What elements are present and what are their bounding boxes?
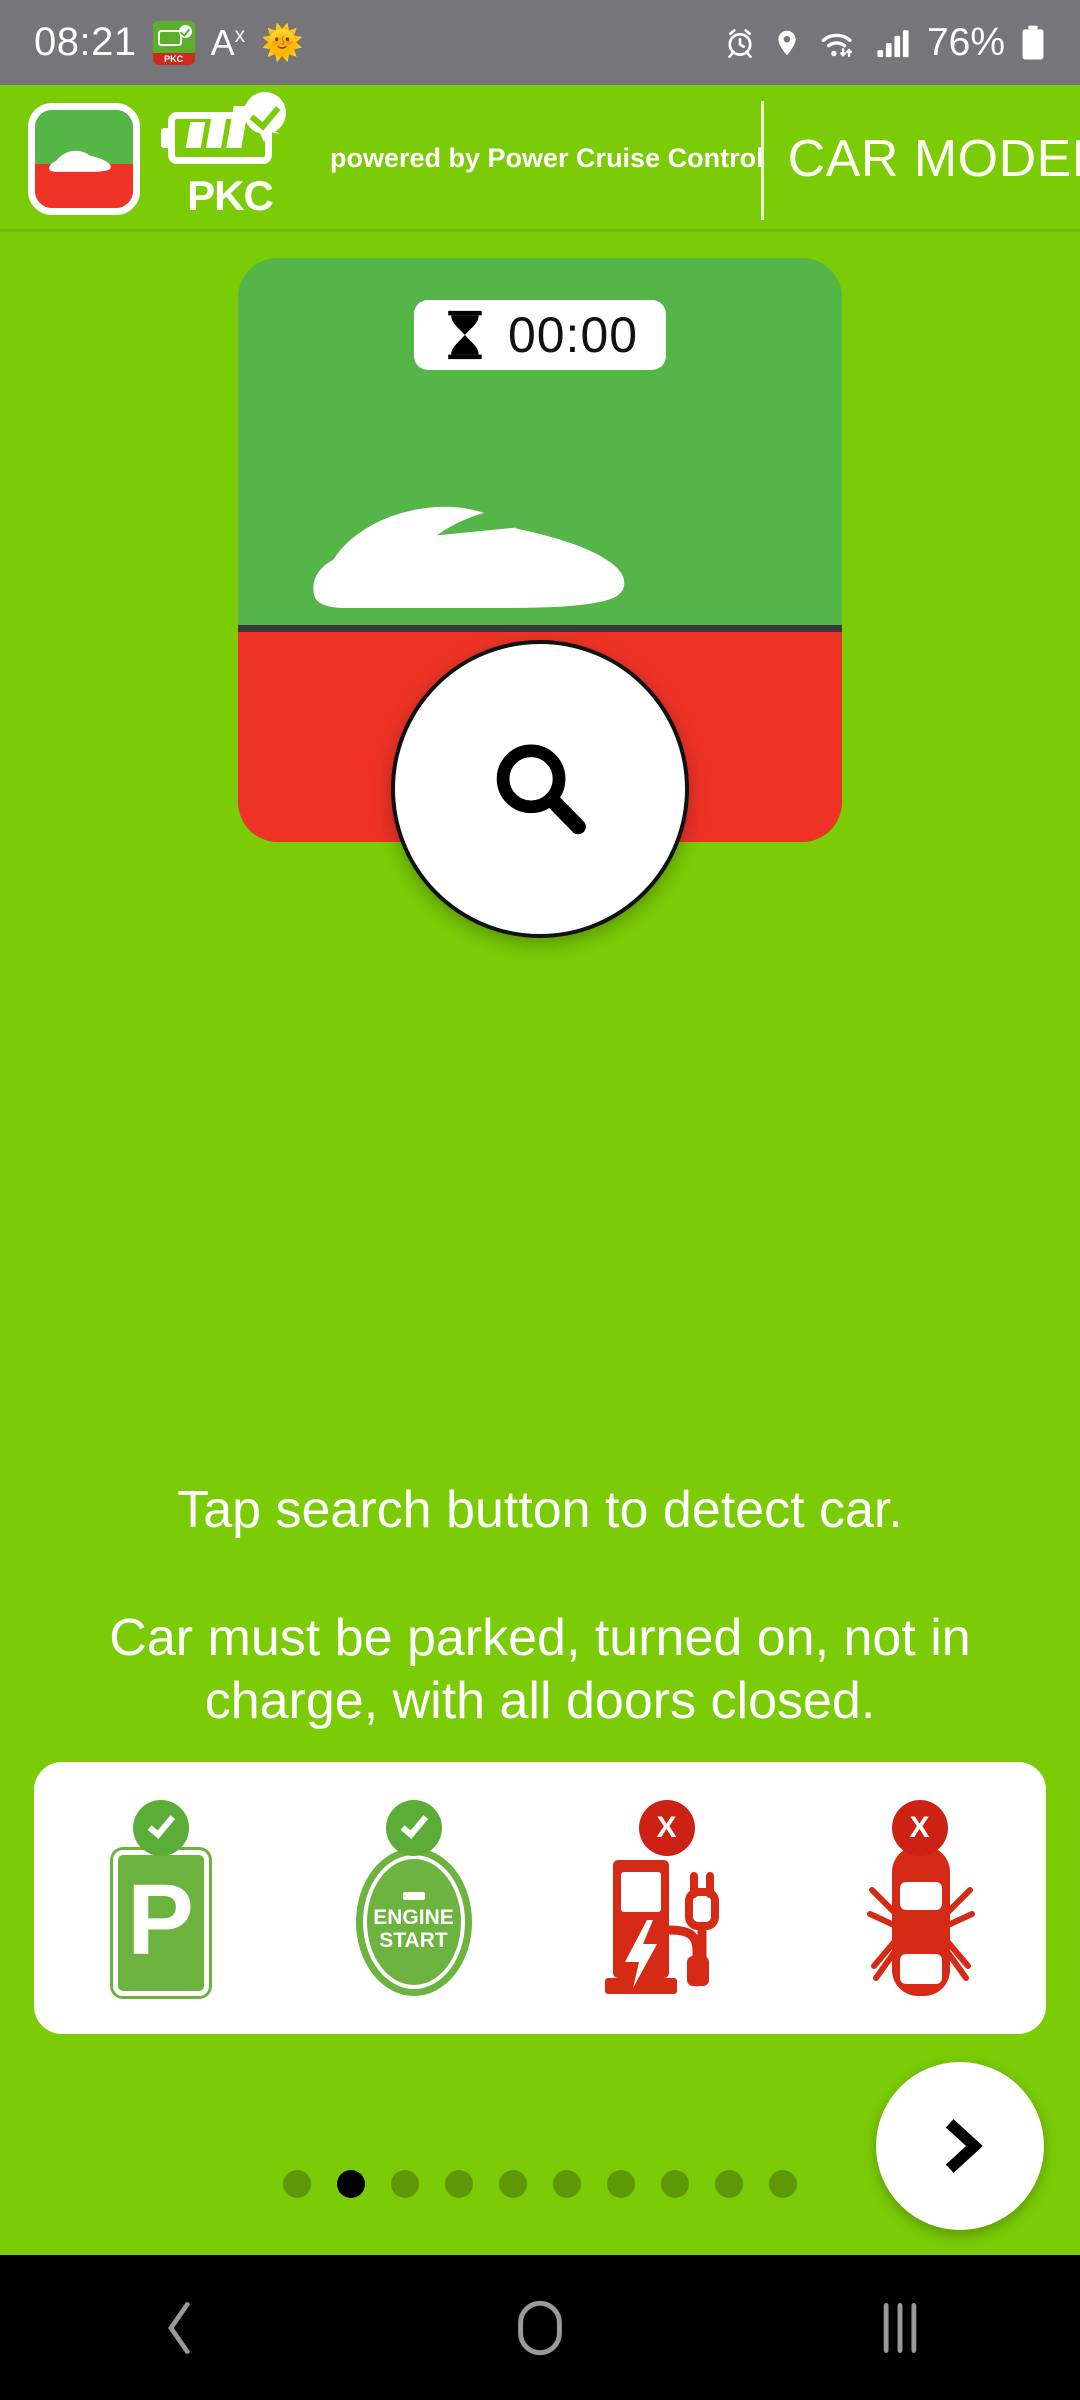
car-doors-open-icon [850, 1846, 990, 1996]
engine-line2: START [379, 1928, 448, 1952]
timer-pill: 00:00 [413, 300, 667, 370]
pager-dot[interactable] [499, 2170, 527, 2198]
pkc-logo-block: PKC [161, 91, 294, 220]
ev-charger-icon [597, 1846, 737, 1996]
timer-value: 00:00 [507, 307, 639, 363]
condition-badge-ok [132, 1800, 189, 1856]
status-bar: 08:21 PKC Ax 🌞 76% [0, 0, 1080, 85]
search-icon [496, 744, 586, 835]
pager-dot[interactable] [283, 2170, 311, 2198]
phone-screen: 08:21 PKC Ax 🌞 76% PKC powered by Power … [0, 0, 1080, 2400]
parking-letter: P [127, 1863, 194, 1976]
status-bar-left: 08:21 PKC Ax 🌞 [34, 20, 303, 65]
hourglass-icon [448, 310, 482, 360]
condition-doors-closed: X [793, 1762, 1046, 2034]
nav-home-button[interactable] [440, 2255, 640, 2400]
battery-icon [1022, 25, 1044, 59]
battery-certificate-icon [161, 91, 294, 170]
pager-dot[interactable] [661, 2170, 689, 2198]
signal-icon [877, 29, 909, 57]
certificate-check-icon [244, 91, 286, 134]
pager-dot[interactable] [553, 2170, 581, 2198]
card-car-icon [313, 506, 625, 608]
search-button[interactable] [391, 640, 689, 938]
car-model-label: CAR MODEL [787, 129, 1080, 188]
home-icon [518, 2300, 562, 2355]
pager-dot[interactable] [769, 2170, 797, 2198]
pager-dot[interactable] [715, 2170, 743, 2198]
status-clock: 08:21 [34, 20, 137, 64]
status-bar-right: 76% [723, 21, 1046, 65]
pager-dot[interactable] [391, 2170, 419, 2198]
app-logo-icon [28, 102, 140, 215]
brand-block: PKC powered by Power Cruise Control [0, 85, 764, 232]
engine-dash-glyph [402, 1891, 425, 1900]
app-header: PKC powered by Power Cruise Control CAR … [0, 85, 1080, 232]
recents-icon [883, 2302, 917, 2353]
pkc-icon-label: PKC [164, 53, 184, 64]
car-model-block[interactable]: CAR MODEL [764, 85, 1080, 232]
pkc-wordmark: PKC [187, 171, 274, 219]
check-glyph [178, 24, 192, 38]
condition-badge-no: X [891, 1800, 948, 1856]
engine-line1: ENGINE [373, 1905, 454, 1929]
instruction-primary: Tap search button to detect car. [177, 1481, 903, 1539]
parking-sign-icon: P [91, 1846, 231, 1996]
alarm-icon [728, 28, 752, 58]
pager-dot[interactable] [445, 2170, 473, 2198]
wifi-icon [821, 33, 853, 57]
nav-recents-button[interactable] [800, 2255, 1000, 2400]
next-button[interactable] [876, 2062, 1044, 2230]
condition-badge-ok [385, 1800, 442, 1856]
battery-glyph [157, 29, 182, 46]
condition-engine-on: ENGINE START [287, 1762, 540, 2034]
header-bottom-rule [0, 229, 1080, 232]
condition-parked: P [34, 1762, 287, 2034]
sun-emoji-icon: 🌞 [261, 23, 304, 62]
battery-percent-label: 76% [926, 20, 1005, 64]
location-icon [778, 30, 796, 55]
condition-badge-no: X [638, 1800, 695, 1856]
powered-by-label: powered by Power Cruise Control [330, 143, 764, 173]
nav-back-button[interactable] [80, 2255, 280, 2400]
back-icon [168, 2301, 190, 2354]
pager-dots[interactable] [0, 2170, 1080, 2198]
pager-dot-active[interactable] [337, 2170, 365, 2198]
logo-car-icon [49, 150, 111, 172]
header-divider [760, 101, 764, 220]
android-nav-bar [0, 2255, 1080, 2400]
conditions-panel: P ENGINE START X X [34, 1762, 1046, 2034]
pkc-notification-icon: PKC [152, 20, 195, 65]
engine-start-icon: ENGINE START [344, 1846, 484, 1996]
condition-not-charging: X [540, 1762, 793, 2034]
text-size-icon: Ax [210, 21, 246, 63]
instruction-secondary: Car must be parked, turned on, not in ch… [109, 1609, 971, 1731]
pager-dot[interactable] [607, 2170, 635, 2198]
